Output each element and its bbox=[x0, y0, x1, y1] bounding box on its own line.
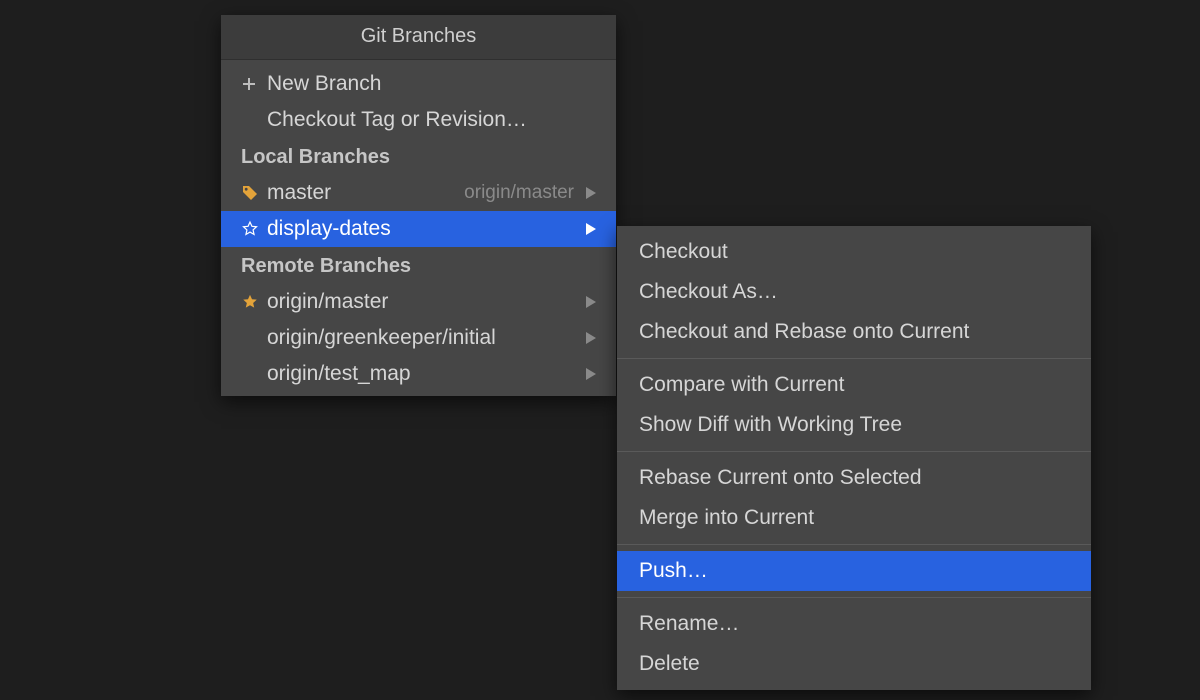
branch-name: display-dates bbox=[267, 217, 582, 241]
branch-name: origin/master bbox=[267, 290, 582, 314]
local-branches-header: Local Branches bbox=[221, 138, 616, 175]
chevron-right-icon bbox=[582, 223, 596, 235]
remote-branch-test-map[interactable]: origin/test_map bbox=[221, 356, 616, 392]
menu-item-label: New Branch bbox=[267, 72, 596, 96]
menu-divider bbox=[617, 358, 1091, 359]
action-checkout-as[interactable]: Checkout As… bbox=[617, 272, 1091, 312]
action-checkout-rebase[interactable]: Checkout and Rebase onto Current bbox=[617, 312, 1091, 352]
branch-name: origin/test_map bbox=[267, 362, 582, 386]
remote-branch-origin-master[interactable]: origin/master bbox=[221, 284, 616, 320]
star-outline-icon bbox=[241, 220, 267, 238]
branch-actions-submenu: Checkout Checkout As… Checkout and Rebas… bbox=[617, 226, 1091, 690]
action-rename[interactable]: Rename… bbox=[617, 604, 1091, 644]
menu-divider bbox=[617, 544, 1091, 545]
menu-divider bbox=[617, 597, 1091, 598]
remote-branches-header: Remote Branches bbox=[221, 247, 616, 284]
chevron-right-icon bbox=[582, 368, 596, 380]
chevron-right-icon bbox=[582, 332, 596, 344]
action-checkout[interactable]: Checkout bbox=[617, 232, 1091, 272]
remote-branch-greenkeeper[interactable]: origin/greenkeeper/initial bbox=[221, 320, 616, 356]
action-push[interactable]: Push… bbox=[617, 551, 1091, 591]
action-diff-tree[interactable]: Show Diff with Working Tree bbox=[617, 405, 1091, 445]
action-merge[interactable]: Merge into Current bbox=[617, 498, 1091, 538]
branch-name: origin/greenkeeper/initial bbox=[267, 326, 582, 350]
chevron-right-icon bbox=[582, 187, 596, 199]
local-branch-display-dates[interactable]: display-dates bbox=[221, 211, 616, 247]
star-filled-icon bbox=[241, 293, 267, 311]
checkout-tag-item[interactable]: Checkout Tag or Revision… bbox=[221, 102, 616, 138]
plus-icon bbox=[241, 76, 267, 92]
local-branch-master[interactable]: master origin/master bbox=[221, 175, 616, 211]
tag-icon bbox=[241, 184, 267, 202]
menu-divider bbox=[617, 451, 1091, 452]
action-compare[interactable]: Compare with Current bbox=[617, 365, 1091, 405]
action-rebase-onto[interactable]: Rebase Current onto Selected bbox=[617, 458, 1091, 498]
menu-item-label: Checkout Tag or Revision… bbox=[267, 108, 596, 132]
new-branch-item[interactable]: New Branch bbox=[221, 66, 616, 102]
popup-title: Git Branches bbox=[221, 15, 616, 60]
action-delete[interactable]: Delete bbox=[617, 644, 1091, 684]
branch-name: master bbox=[267, 181, 464, 205]
chevron-right-icon bbox=[582, 296, 596, 308]
tracking-branch: origin/master bbox=[464, 182, 574, 204]
git-branches-popup: Git Branches New Branch Checkout Tag or … bbox=[221, 15, 616, 396]
